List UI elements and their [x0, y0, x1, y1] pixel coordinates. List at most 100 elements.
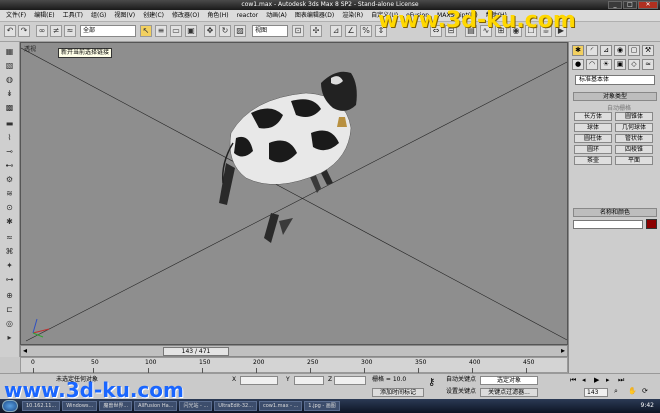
select-manipulate-icon[interactable]: ✣ [310, 25, 322, 37]
linear-dashpot-icon[interactable]: ⊸ [3, 146, 16, 157]
rectangular-selection-icon[interactable]: ▭ [170, 25, 182, 37]
auto-key-label[interactable]: 自动关键点 [446, 376, 476, 384]
key-icon[interactable]: ⚷ [428, 377, 435, 388]
menu-views[interactable]: 视图(V) [110, 10, 139, 22]
perspective-viewport[interactable]: 透视 新开当前选择链接 [20, 42, 568, 345]
autogrid-checkbox[interactable]: 自动栅格 [589, 103, 649, 112]
play-icon[interactable]: ▶ [594, 376, 599, 384]
motion-tab-icon[interactable]: ◉ [614, 45, 626, 56]
soft-body-collection-icon[interactable]: ◍ [3, 74, 16, 85]
redo-icon[interactable]: ↷ [18, 25, 30, 37]
object-name-field[interactable] [573, 220, 643, 229]
space-warps-icon[interactable]: ≈ [642, 59, 654, 70]
select-scale-icon[interactable]: ▨ [234, 25, 246, 37]
display-tab-icon[interactable]: ▢ [628, 45, 640, 56]
ragdoll-constraint-icon[interactable]: ✦ [3, 260, 16, 271]
select-move-icon[interactable]: ✥ [204, 25, 216, 37]
torus-button[interactable]: 圆环 [574, 145, 612, 154]
window-crossing-icon[interactable]: ▣ [185, 25, 197, 37]
box-button[interactable]: 长方体 [574, 112, 612, 121]
snap-toggle-icon[interactable]: ⊿ [330, 25, 342, 37]
set-key-label[interactable]: 设置关键点 [446, 388, 476, 396]
select-rotate-icon[interactable]: ↻ [219, 25, 231, 37]
object-type-rollout[interactable]: 对象类型 [573, 92, 657, 101]
maximize-button[interactable]: □ [623, 1, 637, 9]
geosphere-button[interactable]: 几何球体 [615, 123, 653, 132]
angular-dashpot-icon[interactable]: ⊷ [3, 160, 16, 171]
fracture-icon[interactable]: ✱ [3, 216, 16, 227]
motor-icon[interactable]: ⚙ [3, 174, 16, 185]
taskbar-item[interactable]: 10.162.11... [22, 401, 61, 411]
track-bar[interactable]: 0 50 100 150 200 250 300 350 400 450 [20, 357, 568, 373]
pivot-center-icon[interactable]: ⊡ [292, 25, 304, 37]
add-time-tag-button[interactable]: 添加时间标记 [372, 388, 424, 397]
lights-icon[interactable]: ☀ [600, 59, 612, 70]
goto-end-icon[interactable]: ⏭ [618, 376, 624, 385]
plane-button[interactable]: 平面 [615, 156, 653, 165]
undo-icon[interactable]: ↶ [4, 25, 16, 37]
cylinder-button[interactable]: 圆柱体 [574, 134, 612, 143]
menu-modifiers[interactable]: 修改器(O) [168, 10, 203, 22]
plane-icon[interactable]: ▬ [3, 118, 16, 129]
time-slider-thumb[interactable]: 143 / 471 [163, 347, 229, 356]
hierarchy-tab-icon[interactable]: ⊿ [600, 45, 612, 56]
current-frame-field[interactable]: 143 [584, 388, 608, 397]
select-object-icon[interactable]: ↖ [140, 25, 152, 37]
modify-tab-icon[interactable]: ◜ [586, 45, 598, 56]
taskbar-item[interactable]: cow1.max - ... [258, 401, 303, 411]
menu-graph-editors[interactable]: 图表编辑器(D) [291, 10, 338, 22]
x-field[interactable] [240, 376, 278, 385]
percent-snap-icon[interactable]: % [360, 25, 372, 37]
tube-button[interactable]: 管状体 [615, 134, 653, 143]
rigid-body-collection-icon[interactable]: ▦ [3, 46, 16, 57]
zoom-icon[interactable]: ⌕ [614, 387, 618, 396]
angle-snap-icon[interactable]: ∠ [345, 25, 357, 37]
selected-objects-dropdown[interactable]: 选定对象 [480, 376, 538, 385]
car-wheel-icon[interactable]: ◎ [3, 318, 16, 329]
goto-start-icon[interactable]: ⏮ [570, 376, 576, 385]
menu-rendering[interactable]: 渲染(R) [338, 10, 367, 22]
cameras-icon[interactable]: ▣ [614, 59, 626, 70]
utilities-tab-icon[interactable]: ⚒ [642, 45, 654, 56]
y-field[interactable] [294, 376, 324, 385]
menu-character[interactable]: 角色(H) [203, 10, 232, 22]
pan-icon[interactable]: ✋ [628, 387, 637, 395]
unlink-icon[interactable]: ≠ [50, 25, 62, 37]
prev-frame-icon[interactable]: ◂ [23, 346, 27, 355]
z-field[interactable] [334, 376, 366, 385]
taskbar-item[interactable]: 1.jpg - 画图 [304, 401, 340, 411]
spring-icon[interactable]: ⌇ [3, 132, 16, 143]
orbit-icon[interactable]: ⟳ [642, 387, 648, 395]
next-key-icon[interactable]: ▸ [606, 376, 610, 384]
shapes-icon[interactable]: ◠ [586, 59, 598, 70]
taskbar-item[interactable]: UltraEdit-32... [214, 401, 257, 411]
selection-filter-dropdown[interactable]: 全部 [80, 25, 136, 37]
hinge-constraint-icon[interactable]: ⊶ [3, 274, 16, 285]
select-by-name-icon[interactable]: ≡ [155, 25, 167, 37]
taskbar-item[interactable]: AllFusion Ha... [134, 401, 178, 411]
taskbar-item[interactable]: 魔兽世界... [99, 401, 133, 411]
water-icon[interactable]: ≈ [3, 232, 16, 243]
minimize-button[interactable]: _ [608, 1, 622, 9]
taskbar-item[interactable]: 闪光站 - ... [179, 401, 213, 411]
close-button[interactable]: ✕ [638, 1, 658, 9]
key-filters-button[interactable]: 关键点过滤器... [480, 388, 538, 397]
menu-create[interactable]: 创建(C) [139, 10, 168, 22]
teapot-button[interactable]: 茶壶 [574, 156, 612, 165]
time-slider[interactable]: ◂ 143 / 471 ▸ [20, 345, 568, 357]
deforming-mesh-icon[interactable]: ▩ [3, 102, 16, 113]
menu-reactor[interactable]: reactor [233, 10, 263, 22]
preview-animation-icon[interactable]: ▸ [3, 332, 16, 343]
menu-file[interactable]: 文件(F) [2, 10, 30, 22]
menu-group[interactable]: 组(G) [87, 10, 110, 22]
next-frame-icon[interactable]: ▸ [561, 346, 565, 355]
geometry-icon[interactable]: ● [572, 59, 584, 70]
pyramid-button[interactable]: 四棱锥 [615, 145, 653, 154]
menu-edit[interactable]: 编辑(E) [30, 10, 58, 22]
object-category-dropdown[interactable]: 标准基本体 [575, 75, 655, 85]
prev-key-icon[interactable]: ◂ [582, 376, 586, 384]
create-tab-icon[interactable]: ✱ [572, 45, 584, 56]
helpers-icon[interactable]: ◇ [628, 59, 640, 70]
cloth-collection-icon[interactable]: ▧ [3, 60, 16, 71]
link-icon[interactable]: ∞ [36, 25, 48, 37]
